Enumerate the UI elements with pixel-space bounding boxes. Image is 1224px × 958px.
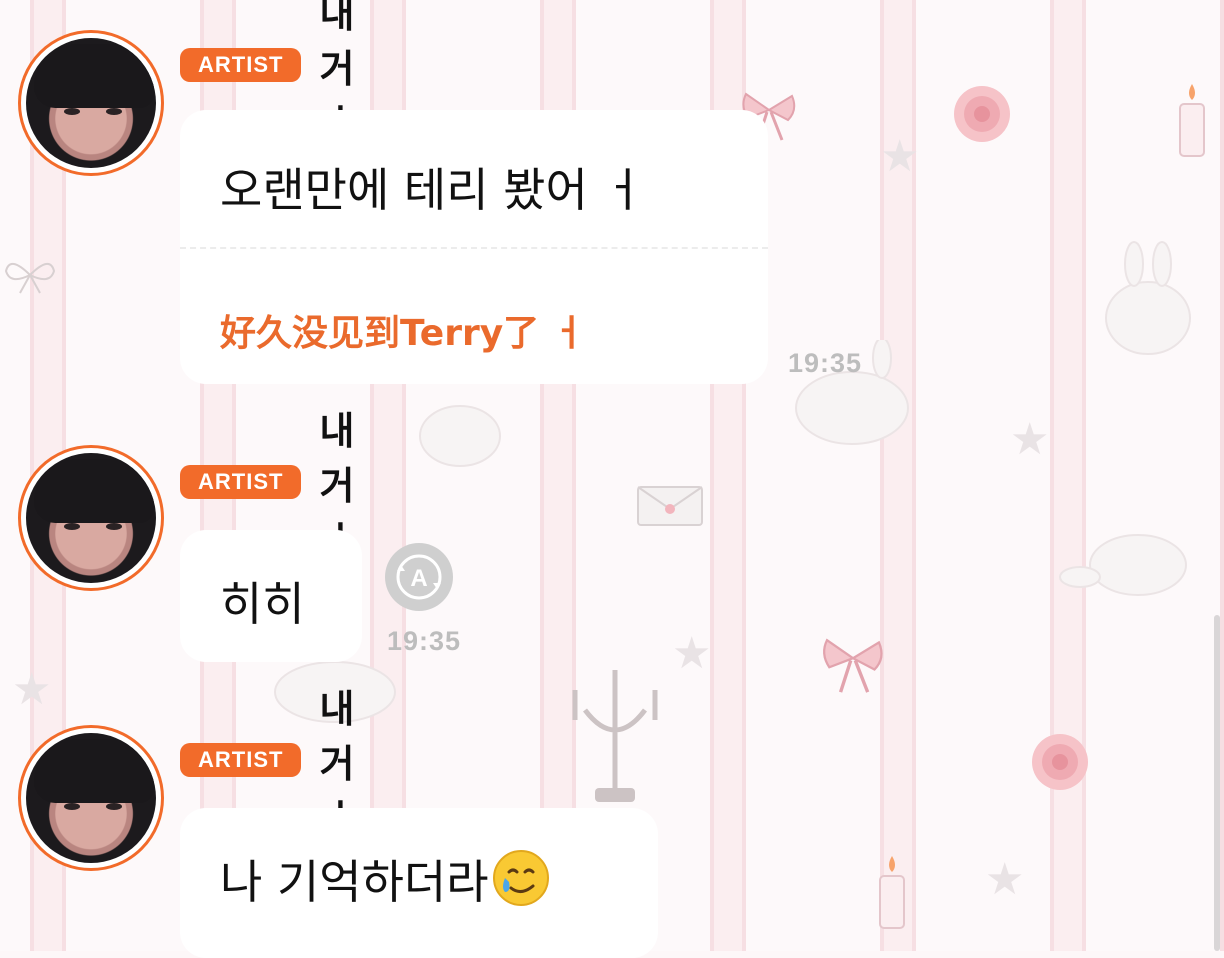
bunny-icon bbox=[1059, 534, 1187, 596]
star-icon: ★ bbox=[1010, 414, 1050, 465]
sender-row: ARTIST 내 거 ㅓ bbox=[180, 0, 354, 146]
message-text: 히히 bbox=[220, 577, 305, 631]
star-icon: ★ bbox=[12, 664, 52, 715]
smiling-face-with-tear-icon bbox=[492, 850, 549, 906]
ribbon-icon bbox=[4, 263, 56, 294]
message-bubble[interactable]: 히히 bbox=[180, 530, 362, 662]
message-bubble[interactable]: 오랜만에 테리 봤어 ㅓ 好久没见到Terry了 ㅓ bbox=[180, 110, 768, 384]
message-text: 오랜만에 테리 봤어 ㅓ bbox=[220, 163, 645, 217]
artist-avatar[interactable] bbox=[18, 445, 164, 591]
avatar-photo bbox=[26, 38, 156, 168]
star-icon: ★ bbox=[672, 628, 712, 679]
message-content: 나 기억하더라 bbox=[220, 846, 551, 912]
sender-row: ARTIST 내 거 ㅓ bbox=[180, 687, 354, 841]
artist-badge: ARTIST bbox=[180, 465, 302, 499]
candelabra-icon bbox=[572, 670, 658, 802]
message-bubble[interactable]: 나 기억하더라 bbox=[180, 808, 658, 958]
artist-badge: ARTIST bbox=[180, 48, 302, 82]
bow-icon bbox=[823, 638, 883, 693]
rose-icon bbox=[1032, 734, 1088, 790]
bunny-icon bbox=[419, 405, 501, 467]
svg-text:A: A bbox=[410, 565, 427, 592]
bunny-icon bbox=[1105, 241, 1191, 355]
envelope-icon bbox=[637, 486, 703, 526]
translation-text: 好久没见到Terry了 ㅓ bbox=[220, 313, 585, 354]
message-timestamp: 19:35 bbox=[788, 348, 863, 378]
artist-badge: ARTIST bbox=[180, 743, 302, 777]
star-icon: ★ bbox=[880, 131, 920, 182]
sender-row: ARTIST 내 거 ㅓ bbox=[180, 409, 354, 563]
translation-divider bbox=[180, 247, 768, 249]
avatar-photo bbox=[26, 733, 156, 863]
scrollbar[interactable] bbox=[1214, 615, 1220, 951]
candle-icon bbox=[1179, 84, 1205, 157]
artist-avatar[interactable] bbox=[18, 725, 164, 871]
translate-icon[interactable]: A bbox=[383, 541, 455, 613]
star-icon: ★ bbox=[985, 854, 1025, 905]
message-text: 나 기억하더라 bbox=[220, 855, 489, 909]
candle-icon bbox=[879, 856, 905, 929]
rose-icon bbox=[954, 86, 1010, 142]
message-timestamp: 19:35 bbox=[387, 626, 462, 656]
artist-avatar[interactable] bbox=[18, 30, 164, 176]
avatar-photo bbox=[26, 453, 156, 583]
